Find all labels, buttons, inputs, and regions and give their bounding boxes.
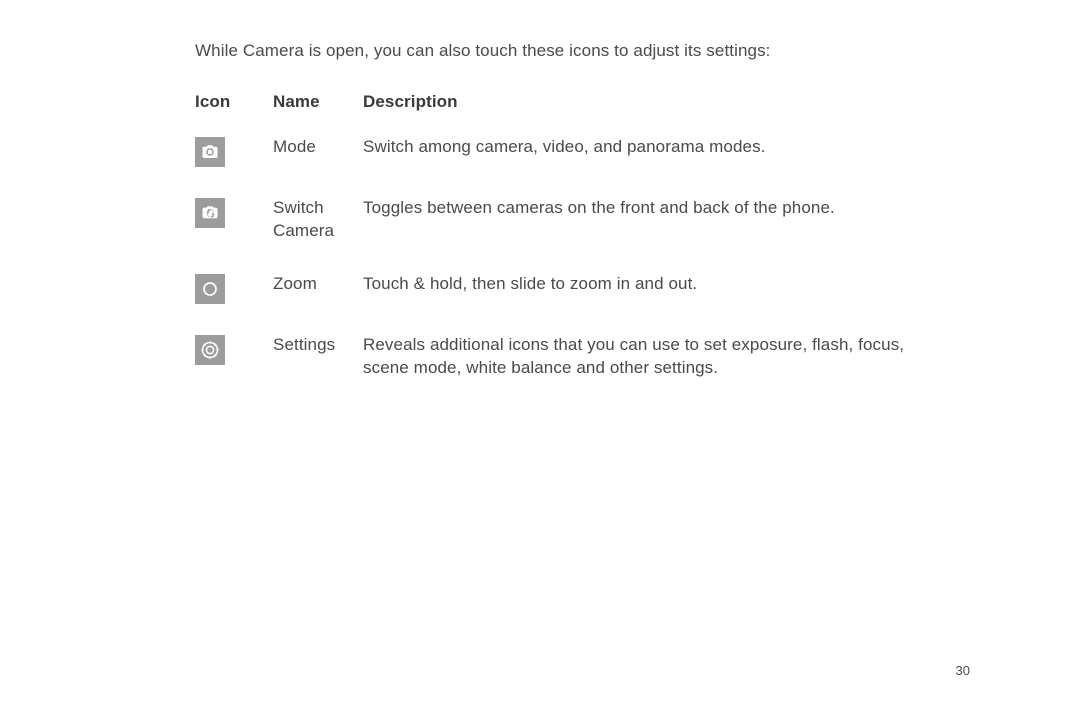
table-row: Mode Switch among camera, video, and pan… (195, 136, 970, 197)
icon-settings-table: Icon Name Description Mode Switch among … (195, 91, 970, 410)
table-row: Settings Reveals additional icons that y… (195, 334, 970, 410)
header-description: Description (363, 91, 970, 136)
cell-name: Mode (273, 136, 363, 197)
cell-icon (195, 334, 273, 410)
zoom-icon (195, 274, 225, 304)
cell-icon (195, 273, 273, 334)
cell-description: Toggles between cameras on the front and… (363, 197, 970, 273)
switch-camera-icon (195, 198, 225, 228)
camera-icon (195, 137, 225, 167)
settings-icon (195, 335, 225, 365)
cell-name: Zoom (273, 273, 363, 334)
cell-name: Switch Camera (273, 197, 363, 273)
page-number: 30 (956, 662, 970, 680)
table-header-row: Icon Name Description (195, 91, 970, 136)
cell-name: Settings (273, 334, 363, 410)
header-icon: Icon (195, 91, 273, 136)
cell-icon (195, 197, 273, 273)
document-page: While Camera is open, you can also touch… (0, 0, 1080, 720)
cell-icon (195, 136, 273, 197)
intro-text: While Camera is open, you can also touch… (195, 40, 970, 63)
header-name: Name (273, 91, 363, 136)
cell-description: Touch & hold, then slide to zoom in and … (363, 273, 970, 334)
table-row: Zoom Touch & hold, then slide to zoom in… (195, 273, 970, 334)
cell-description: Reveals additional icons that you can us… (363, 334, 970, 410)
cell-description: Switch among camera, video, and panorama… (363, 136, 970, 197)
table-row: Switch Camera Toggles between cameras on… (195, 197, 970, 273)
